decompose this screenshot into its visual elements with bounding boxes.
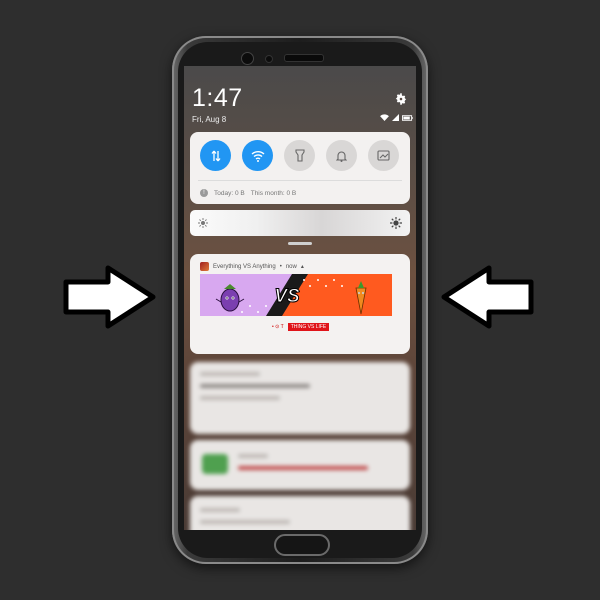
proximity-sensor — [265, 55, 273, 63]
notification-card[interactable]: Everything VS Anything • now ▴ VS • ⊙ T … — [190, 254, 410, 354]
blurred-notification-3[interactable] — [190, 496, 410, 530]
toggle-flashlight[interactable] — [284, 140, 315, 171]
wifi-icon — [251, 150, 264, 162]
brightness-slider[interactable] — [190, 210, 410, 236]
vs-text: VS — [274, 286, 300, 307]
toggle-mobile-data[interactable] — [200, 140, 231, 171]
front-camera — [241, 52, 254, 65]
right-pointing-arrow — [63, 265, 156, 329]
divider — [198, 180, 402, 181]
earpiece-speaker — [284, 54, 324, 62]
notification-image: VS — [200, 274, 392, 316]
app-icon — [200, 262, 209, 271]
bell-icon — [336, 150, 347, 162]
subline-text: • ⊙ T — [272, 324, 284, 330]
home-button[interactable] — [274, 534, 330, 556]
sun-icon — [198, 218, 208, 228]
notification-time: now — [285, 263, 297, 270]
left-pointing-arrow — [441, 265, 534, 329]
signal-icon — [392, 114, 399, 121]
toggle-sound[interactable] — [326, 140, 357, 171]
app-name: Everything VS Anything — [213, 263, 276, 270]
quick-settings-panel: ! Today: 0 B This month: 0 B — [190, 132, 410, 204]
wifi-icon — [380, 114, 389, 121]
status-icons — [380, 114, 413, 121]
subline-chip: THING VS LIFE — [287, 323, 330, 331]
info-icon: ! — [200, 189, 208, 197]
expand-chevron-icon[interactable]: ▴ — [301, 263, 304, 270]
toggle-screenshot[interactable] — [368, 140, 399, 171]
battery-icon — [402, 114, 413, 121]
notification-shade: 1:47 Fri, Aug 8 ! Today: 0 B This month:… — [184, 66, 416, 530]
notification-header: Everything VS Anything • now ▴ — [200, 262, 304, 271]
gear-icon[interactable] — [394, 92, 408, 106]
blurred-notification-2[interactable] — [190, 440, 410, 490]
clock: 1:47 — [192, 84, 243, 112]
data-usage-row: ! Today: 0 B This month: 0 B — [200, 189, 296, 197]
blurred-notification-1[interactable] — [190, 362, 410, 434]
date: Fri, Aug 8 — [192, 115, 227, 124]
screenshot-icon — [377, 150, 390, 161]
data-today: Today: 0 B — [214, 189, 245, 197]
sun-icon — [390, 217, 402, 229]
data-arrows-icon — [210, 150, 221, 161]
notification-subline: • ⊙ T THING VS LIFE — [272, 323, 330, 331]
shade-drag-handle[interactable] — [288, 242, 312, 245]
data-month: This month: 0 B — [250, 189, 297, 197]
flashlight-icon — [294, 149, 305, 162]
toggle-wifi[interactable] — [242, 140, 273, 171]
